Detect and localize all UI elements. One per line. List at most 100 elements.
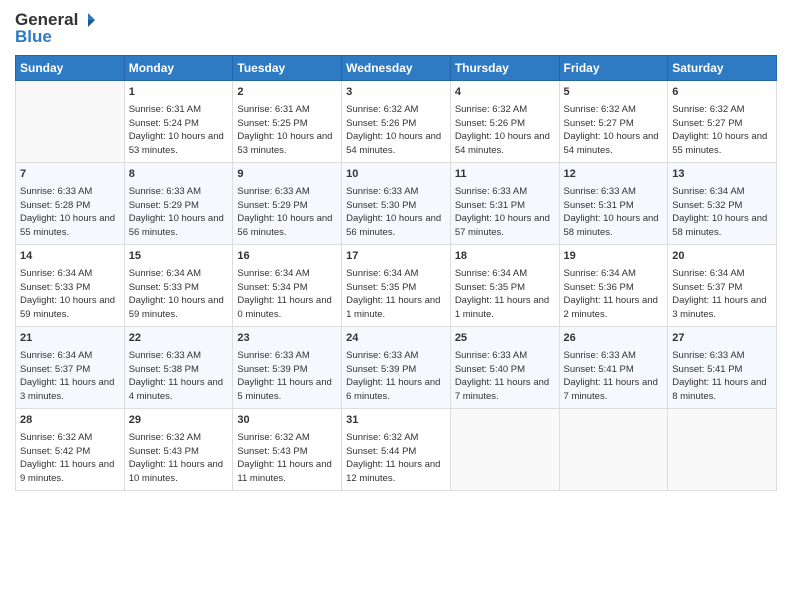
sunrise-text: Sunrise: 6:32 AM (346, 432, 418, 443)
header: General Blue (15, 10, 777, 47)
sunrise-text: Sunrise: 6:31 AM (129, 104, 201, 115)
sunset-text: Sunset: 5:29 PM (237, 200, 307, 211)
calendar-cell (16, 81, 125, 163)
daylight-text: Daylight: 11 hours and 7 minutes. (455, 377, 549, 402)
day-number: 19 (564, 249, 664, 265)
calendar-cell: 17Sunrise: 6:34 AMSunset: 5:35 PMDayligh… (342, 245, 451, 327)
cell-content: 10Sunrise: 6:33 AMSunset: 5:30 PMDayligh… (346, 167, 446, 240)
calendar-week-4: 21Sunrise: 6:34 AMSunset: 5:37 PMDayligh… (16, 327, 777, 409)
sunset-text: Sunset: 5:35 PM (346, 282, 416, 293)
logo-blue-text: Blue (15, 27, 52, 47)
sunset-text: Sunset: 5:31 PM (455, 200, 525, 211)
calendar-header-tuesday: Tuesday (233, 56, 342, 81)
sunrise-text: Sunrise: 6:32 AM (129, 432, 201, 443)
day-number: 23 (237, 331, 337, 347)
sunset-text: Sunset: 5:33 PM (20, 282, 90, 293)
sunset-text: Sunset: 5:25 PM (237, 118, 307, 129)
sunrise-text: Sunrise: 6:32 AM (20, 432, 92, 443)
sunset-text: Sunset: 5:26 PM (455, 118, 525, 129)
cell-content: 3 Sunrise: 6:32 AM Sunset: 5:26 PM Daylight… (346, 85, 446, 158)
cell-content: 14Sunrise: 6:34 AMSunset: 5:33 PMDayligh… (20, 249, 120, 322)
daylight-text: Daylight: 11 hours and 4 minutes. (129, 377, 223, 402)
cell-content: 31Sunrise: 6:32 AMSunset: 5:44 PMDayligh… (346, 413, 446, 486)
calendar-cell: 22 Sunrise: 6:33 AM Sunset: 5:38 PM Dayligh… (124, 327, 233, 409)
sunrise-text: Sunrise: 6:33 AM (346, 186, 418, 197)
calendar-cell: 1Sunrise: 6:31 AMSunset: 5:24 PMDaylight… (124, 81, 233, 163)
calendar-header-sunday: Sunday (16, 56, 125, 81)
logo: General Blue (15, 10, 96, 47)
daylight-text: Daylight: 10 hours and 55 minutes. (20, 213, 115, 238)
calendar-cell: 10Sunrise: 6:33 AMSunset: 5:30 PMDayligh… (342, 163, 451, 245)
calendar-cell: 8Sunrise: 6:33 AMSunset: 5:29 PMDaylight… (124, 163, 233, 245)
sunset-text: Sunset: 5:42 PM (20, 446, 90, 457)
sunrise-text: Sunrise: 6:33 AM (237, 186, 309, 197)
sunset-text: Sunset: 5:26 PM (346, 118, 416, 129)
sunrise-text: Sunrise: 6:33 AM (129, 186, 201, 197)
day-number: 22 (129, 331, 229, 347)
daylight-text: Daylight: 11 hours and 1 minute. (346, 295, 440, 320)
day-number: 16 (237, 249, 337, 265)
calendar-cell: 30Sunrise: 6:32 AMSunset: 5:43 PMDayligh… (233, 409, 342, 491)
calendar-cell (559, 409, 668, 491)
sunrise-text: Sunrise: 6:34 AM (672, 186, 744, 197)
day-number: 27 (672, 331, 772, 347)
cell-content: 17Sunrise: 6:34 AMSunset: 5:35 PMDayligh… (346, 249, 446, 322)
sunrise-text: Sunrise: 6:32 AM (564, 104, 636, 115)
daylight-text: Daylight: 11 hours and 8 minutes. (672, 377, 766, 402)
cell-content: 29Sunrise: 6:32 AMSunset: 5:43 PMDayligh… (129, 413, 229, 486)
day-number: 25 (455, 331, 555, 347)
daylight-text: Daylight: 11 hours and 1 minute. (455, 295, 549, 320)
cell-content: 18Sunrise: 6:34 AMSunset: 5:35 PMDayligh… (455, 249, 555, 322)
day-number: 5 (564, 85, 664, 101)
daylight-text: Daylight: 11 hours and 11 minutes. (237, 459, 331, 484)
calendar-header-saturday: Saturday (668, 56, 777, 81)
calendar-cell: 11Sunrise: 6:33 AMSunset: 5:31 PMDayligh… (450, 163, 559, 245)
day-number: 30 (237, 413, 337, 429)
calendar-header-monday: Monday (124, 56, 233, 81)
daylight-text: Daylight: 11 hours and 12 minutes. (346, 459, 440, 484)
sunset-text: Sunset: 5:40 PM (455, 364, 525, 375)
calendar-cell: 20Sunrise: 6:34 AMSunset: 5:37 PMDayligh… (668, 245, 777, 327)
day-number: 14 (20, 249, 120, 265)
daylight-text: Daylight: 10 hours and 54 minutes. (346, 131, 441, 156)
sunrise-text: Sunrise: 6:32 AM (455, 104, 527, 115)
calendar-table: SundayMondayTuesdayWednesdayThursdayFrid… (15, 55, 777, 491)
day-number: 10 (346, 167, 446, 183)
sunset-text: Sunset: 5:27 PM (564, 118, 634, 129)
sunrise-text: Sunrise: 6:32 AM (237, 432, 309, 443)
cell-content: 24Sunrise: 6:33 AMSunset: 5:39 PMDayligh… (346, 331, 446, 404)
sunrise-text: Sunrise: 6:33 AM (564, 350, 636, 361)
sunrise-text: Sunrise: 6:34 AM (346, 268, 418, 279)
sunrise-text: Sunrise: 6:34 AM (455, 268, 527, 279)
cell-content: 30Sunrise: 6:32 AMSunset: 5:43 PMDayligh… (237, 413, 337, 486)
sunrise-text: Sunrise: 6:34 AM (20, 350, 92, 361)
cell-content: 12Sunrise: 6:33 AMSunset: 5:31 PMDayligh… (564, 167, 664, 240)
sunrise-text: Sunrise: 6:33 AM (129, 350, 201, 361)
daylight-text: Daylight: 10 hours and 54 minutes. (564, 131, 659, 156)
sunrise-text: Sunrise: 6:34 AM (20, 268, 92, 279)
daylight-text: Daylight: 11 hours and 6 minutes. (346, 377, 440, 402)
cell-content: 25Sunrise: 6:33 AMSunset: 5:40 PMDayligh… (455, 331, 555, 404)
calendar-cell: 21Sunrise: 6:34 AMSunset: 5:37 PMDayligh… (16, 327, 125, 409)
sunset-text: Sunset: 5:28 PM (20, 200, 90, 211)
cell-content: 2Sunrise: 6:31 AMSunset: 5:25 PMDaylight… (237, 85, 337, 158)
day-number: 3 (346, 85, 446, 101)
sunset-text: Sunset: 5:38 PM (129, 364, 199, 375)
calendar-cell: 9Sunrise: 6:33 AMSunset: 5:29 PMDaylight… (233, 163, 342, 245)
sunrise-text: Sunrise: 6:34 AM (237, 268, 309, 279)
sunset-text: Sunset: 5:43 PM (129, 446, 199, 457)
sunrise-text: Sunrise: 6:32 AM (346, 104, 418, 115)
cell-content: 4Sunrise: 6:32 AMSunset: 5:26 PMDaylight… (455, 85, 555, 158)
calendar-cell (668, 409, 777, 491)
calendar-cell: 29Sunrise: 6:32 AMSunset: 5:43 PMDayligh… (124, 409, 233, 491)
sunset-text: Sunset: 5:39 PM (346, 364, 416, 375)
sunrise-text: Sunrise: 6:34 AM (564, 268, 636, 279)
daylight-text: Daylight: 10 hours and 53 minutes. (129, 131, 224, 156)
cell-content: 5 Sunrise: 6:32 AM Sunset: 5:27 PM Daylight… (564, 85, 664, 158)
sunrise-text: Sunrise: 6:33 AM (346, 350, 418, 361)
calendar-cell: 7Sunrise: 6:33 AMSunset: 5:28 PMDaylight… (16, 163, 125, 245)
calendar-cell: 15Sunrise: 6:34 AMSunset: 5:33 PMDayligh… (124, 245, 233, 327)
daylight-text: Daylight: 10 hours and 53 minutes. (237, 131, 332, 156)
calendar-cell: 19Sunrise: 6:34 AMSunset: 5:36 PMDayligh… (559, 245, 668, 327)
day-number: 4 (455, 85, 555, 101)
